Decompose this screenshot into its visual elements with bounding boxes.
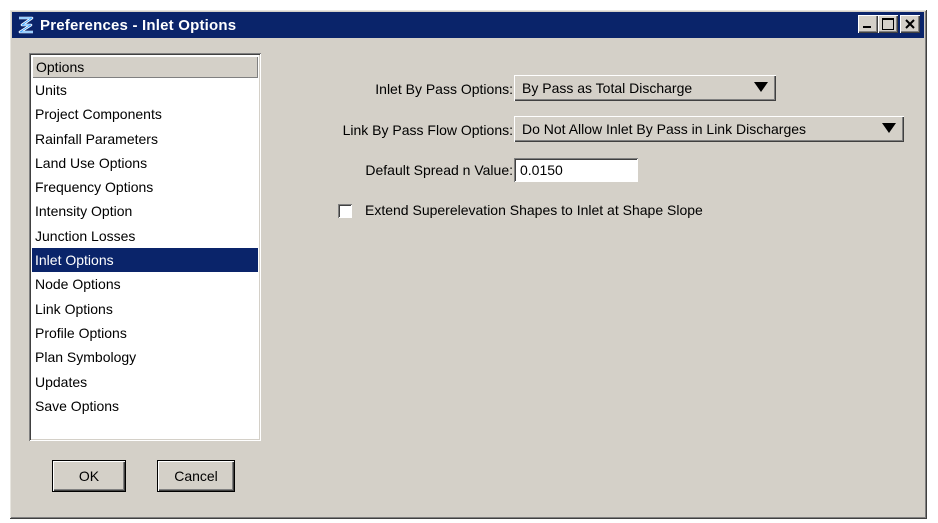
ok-button-label: OK [78,468,100,484]
cancel-button[interactable]: Cancel [158,461,234,491]
list-item-inlet-options[interactable]: Inlet Options [32,248,258,273]
spread-n-label: Default Spread n Value: [365,162,513,178]
list-item-frequency-options[interactable]: Frequency Options [32,175,258,199]
spread-n-value: 0.0150 [520,162,563,178]
inlet-bypass-label: Inlet By Pass Options: [375,81,513,97]
list-item-land-use-options[interactable]: Land Use Options [32,151,258,175]
preferences-window: Preferences - Inlet Options Options Unit… [9,9,927,519]
link-bypass-value: Do Not Allow Inlet By Pass in Link Disch… [522,121,807,137]
options-listbox[interactable]: Options Units Project Components Rainfal… [29,53,261,441]
list-item-rainfall-parameters[interactable]: Rainfall Parameters [32,127,258,151]
ok-button[interactable]: OK [53,461,125,491]
list-item-save-options[interactable]: Save Options [32,394,258,418]
chevron-down-icon [882,123,896,133]
list-item-updates[interactable]: Updates [32,370,258,394]
minimize-button[interactable] [858,15,878,33]
inlet-bypass-value: By Pass as Total Discharge [522,80,693,96]
options-list-items: Units Project Components Rainfall Parame… [32,78,258,418]
app-logo-icon [16,15,36,35]
options-list-header: Options [32,56,258,78]
window-title: Preferences - Inlet Options [40,16,237,34]
link-bypass-label: Link By Pass Flow Options: [342,122,513,138]
list-item-units[interactable]: Units [32,78,258,102]
list-item-junction-losses[interactable]: Junction Losses [32,224,258,248]
maximize-button[interactable] [878,15,898,33]
extend-superelevation-label[interactable]: Extend Superelevation Shapes to Inlet at… [365,202,703,218]
list-item-intensity-option[interactable]: Intensity Option [32,199,258,223]
close-button[interactable] [900,15,920,33]
list-item-plan-symbology[interactable]: Plan Symbology [32,345,258,369]
maximize-icon [882,18,894,30]
cancel-button-label: Cancel [174,468,218,484]
extend-superelevation-checkbox[interactable] [338,204,352,218]
list-item-project-components[interactable]: Project Components [32,102,258,126]
list-item-profile-options[interactable]: Profile Options [32,321,258,345]
minimize-icon [863,26,871,28]
chevron-down-icon [754,82,768,92]
title-bar[interactable]: Preferences - Inlet Options [12,12,924,38]
list-item-link-options[interactable]: Link Options [32,297,258,321]
inlet-bypass-dropdown[interactable]: By Pass as Total Discharge [514,75,776,101]
spread-n-input[interactable]: 0.0150 [514,158,638,182]
link-bypass-dropdown[interactable]: Do Not Allow Inlet By Pass in Link Disch… [514,116,904,142]
close-icon [904,17,916,33]
list-item-node-options[interactable]: Node Options [32,272,258,296]
